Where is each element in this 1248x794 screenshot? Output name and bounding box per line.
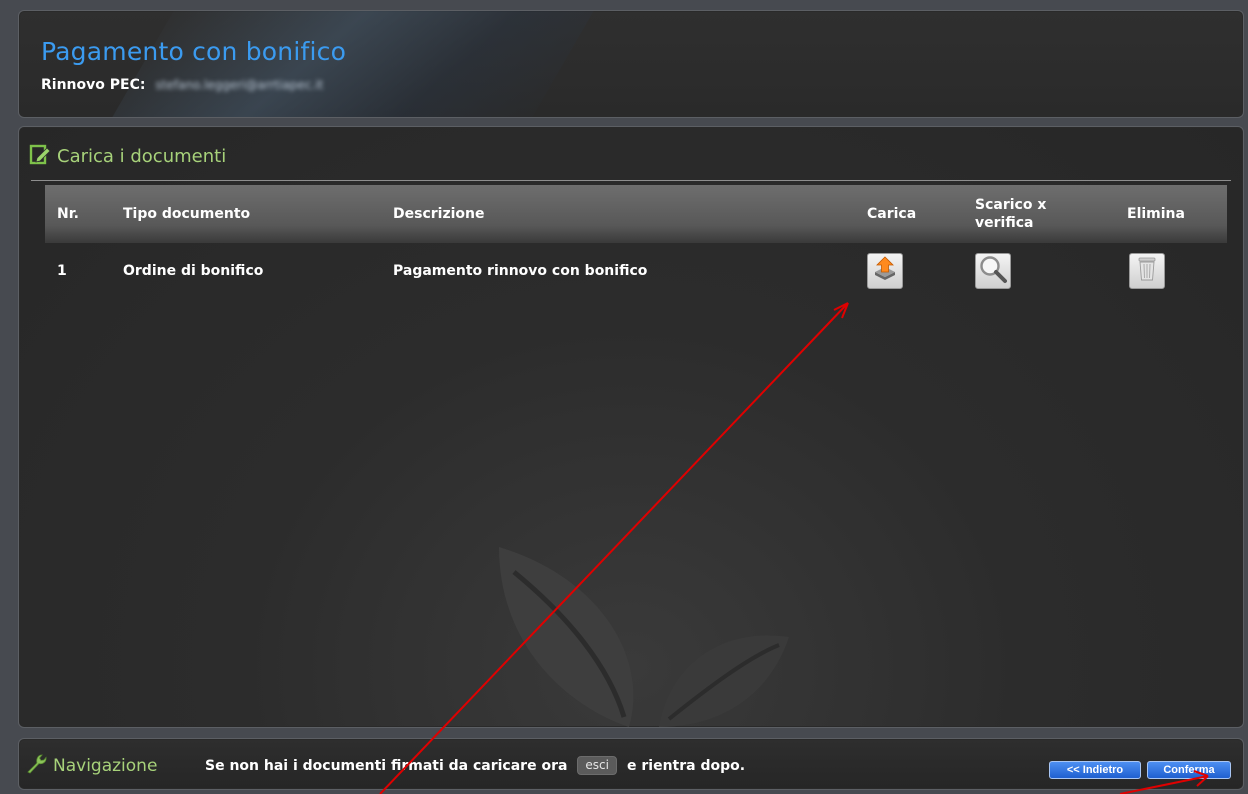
confirm-button[interactable]: Conferma bbox=[1147, 761, 1231, 779]
column-header-elimina: Elimina bbox=[1127, 206, 1185, 222]
navigation-heading: Navigazione bbox=[25, 753, 157, 779]
column-header-tipo: Tipo documento bbox=[123, 206, 251, 222]
cell-descrizione: Pagamento rinnovo con bonifico bbox=[393, 263, 648, 279]
subtitle: Rinnovo PEC: stefano.leggeri@arrtiapec.it bbox=[41, 77, 323, 93]
documents-table: Nr. Tipo documento Descrizione Carica Sc… bbox=[45, 185, 1227, 299]
header-panel: Pagamento con bonifico Rinnovo PEC: stefa… bbox=[18, 10, 1244, 118]
cell-scarico bbox=[963, 243, 1115, 299]
subtitle-label: Rinnovo PEC: bbox=[41, 77, 146, 93]
cell-nr: 1 bbox=[57, 263, 67, 279]
magnifier-icon bbox=[978, 254, 1008, 288]
section-title: Carica i documenti bbox=[57, 145, 227, 167]
upload-icon bbox=[871, 255, 899, 287]
message-after: e rientra dopo. bbox=[627, 757, 746, 774]
divider bbox=[31, 180, 1231, 181]
leaf-watermark bbox=[499, 547, 789, 727]
upload-button[interactable] bbox=[867, 253, 903, 289]
navigation-panel: Navigazione Se non hai i documenti firma… bbox=[18, 738, 1244, 790]
page-title: Pagamento con bonifico bbox=[41, 37, 347, 66]
main-panel: Carica i documenti Nr. Tipo documento De… bbox=[18, 126, 1244, 728]
wrench-icon bbox=[25, 753, 47, 779]
delete-button[interactable] bbox=[1129, 253, 1165, 289]
verify-download-button[interactable] bbox=[975, 253, 1011, 289]
exit-button[interactable]: esci bbox=[577, 756, 617, 775]
section-heading: Carica i documenti bbox=[29, 143, 226, 169]
cell-tipo: Ordine di bonifico bbox=[123, 263, 264, 279]
column-header-nr: Nr. bbox=[57, 206, 79, 222]
cell-elimina bbox=[1115, 243, 1227, 299]
column-header-carica: Carica bbox=[867, 206, 917, 222]
table-row: 1 Ordine di bonifico Pagamento rinnovo c… bbox=[45, 243, 1227, 299]
navigation-message: Se non hai i documenti firmati da carica… bbox=[205, 756, 745, 775]
column-header-scarico: Scarico x verifica bbox=[963, 185, 1115, 243]
column-header-descrizione: Descrizione bbox=[393, 206, 485, 222]
trash-icon bbox=[1134, 255, 1160, 287]
table-header-row: Nr. Tipo documento Descrizione Carica Sc… bbox=[45, 185, 1227, 243]
cell-carica bbox=[855, 243, 963, 299]
navigation-title: Navigazione bbox=[53, 756, 158, 776]
edit-document-icon bbox=[29, 143, 51, 169]
message-before: Se non hai i documenti firmati da carica… bbox=[205, 757, 568, 774]
back-button[interactable]: << Indietro bbox=[1049, 761, 1141, 779]
pec-email: stefano.leggeri@arrtiapec.it bbox=[155, 78, 324, 92]
column-header-scarico-label: Scarico x verifica bbox=[975, 197, 1047, 231]
